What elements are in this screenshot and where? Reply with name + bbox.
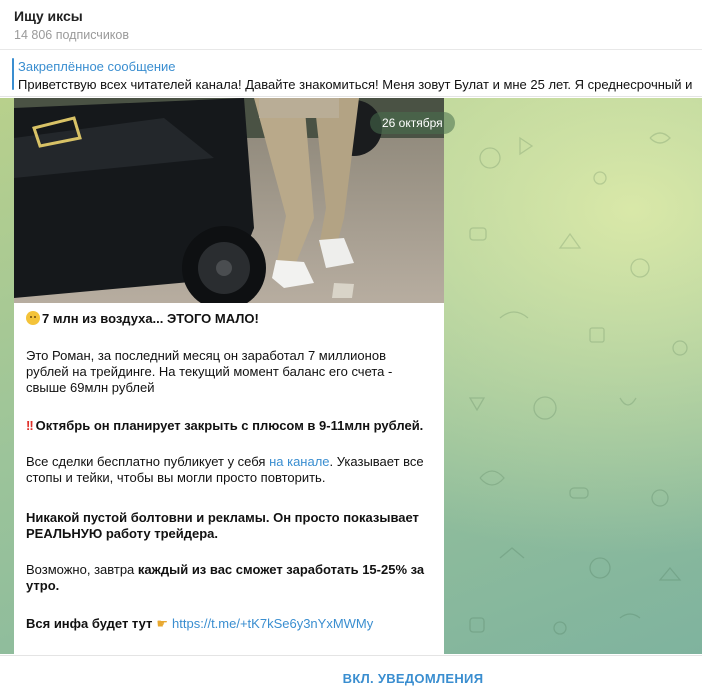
- pinned-label: Закреплённое сообщение: [18, 59, 176, 74]
- channel-link[interactable]: на канале: [269, 454, 329, 469]
- channel-header[interactable]: Ищу иксы 14 806 подписчиков: [0, 0, 702, 50]
- pinned-text: Приветствую всех читателей канала! Давай…: [18, 77, 693, 92]
- channel-post[interactable]: 7 млн из воздуха... ЭТОГО МАЛО! Это Рома…: [14, 98, 444, 654]
- double-exclamation-icon: !!: [26, 418, 34, 433]
- enable-notifications-button[interactable]: ВКЛ. УВЕДОМЛЕНИЯ: [0, 656, 702, 694]
- post-paragraph-channel: Все сделки бесплатно публикует у себя на…: [26, 454, 424, 485]
- post-highlight: !! Октябрь он планирует закрыть с плюсом …: [26, 418, 424, 433]
- pointing-hand-icon: ☛: [156, 616, 169, 631]
- invite-link[interactable]: https://t.me/+tK7kSe6y3nYxMWMy: [172, 616, 373, 631]
- footer-bar: ВКЛ. УВЕДОМЛЕНИЯ: [0, 655, 702, 694]
- post-paragraph: Это Роман, за последний месяц он заработ…: [26, 348, 393, 395]
- post-paragraph-earn: Возможно, завтра каждый из вас сможет за…: [26, 562, 425, 593]
- date-badge: 26 октября: [370, 112, 455, 134]
- post-headline: 7 млн из воздуха... ЭТОГО МАЛО!: [26, 311, 259, 327]
- subscriber-count: 14 806 подписчиков: [14, 28, 130, 42]
- post-paragraph-link: Вся инфа будет тут ☛ https://t.me/+tK7kSe6…: [26, 616, 374, 631]
- pinned-message-bar[interactable]: Закреплённое сообщение Приветствую всех …: [0, 51, 702, 97]
- post-paragraph-bold: Никакой пустой болтовни и рекламы. Он пр…: [26, 510, 419, 541]
- pinned-accent-bar: [12, 58, 14, 90]
- channel-title[interactable]: Ищу иксы: [14, 8, 83, 24]
- chat-area[interactable]: 7 млн из воздуха... ЭТОГО МАЛО! Это Рома…: [0, 98, 702, 654]
- anxious-face-icon: [26, 311, 40, 325]
